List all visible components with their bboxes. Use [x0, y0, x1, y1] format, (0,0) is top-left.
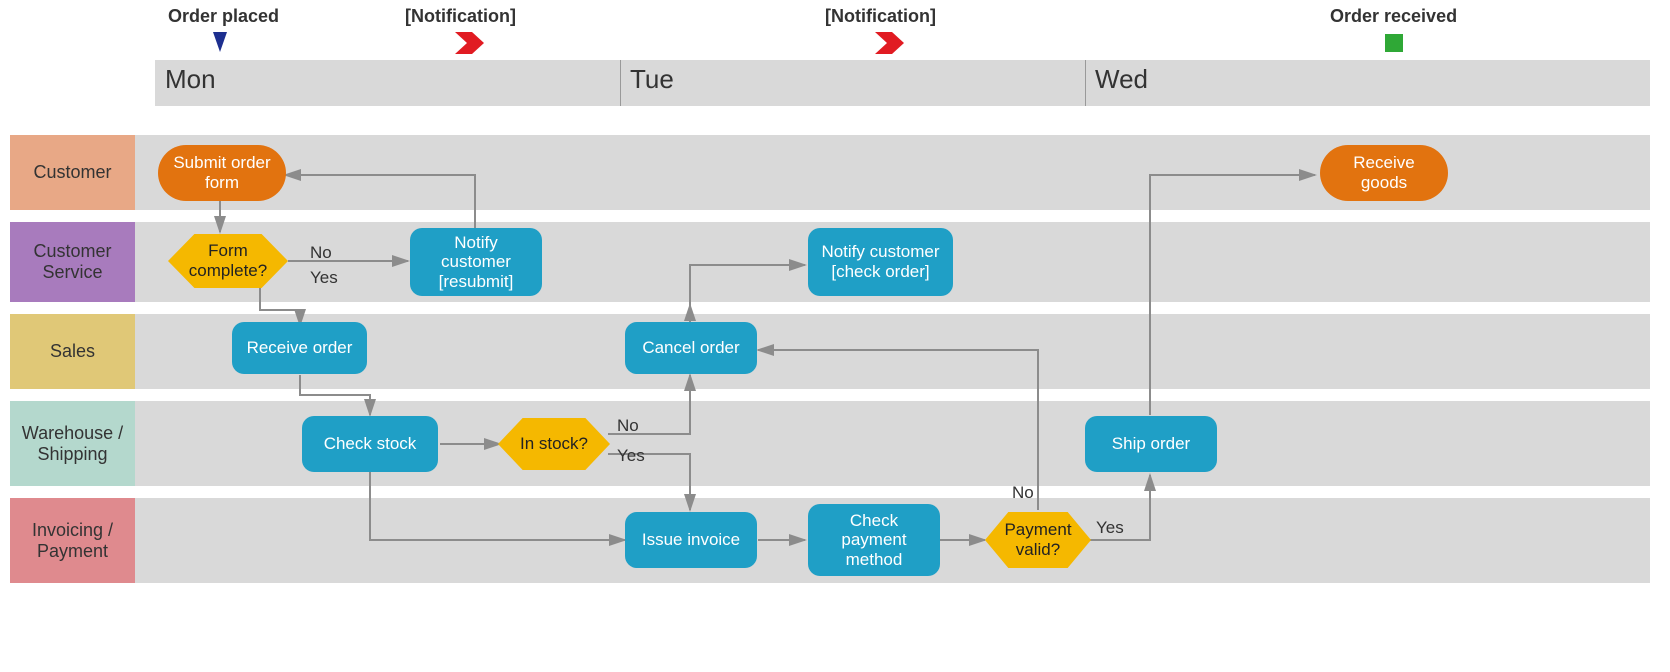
edge-label-yes: Yes — [1096, 518, 1124, 538]
milestone-notification-1: [Notification] — [405, 6, 516, 27]
edge-label-no: No — [617, 416, 639, 436]
timeline-divider — [620, 60, 621, 106]
lane-label-invoicing: Invoicing / Payment — [10, 498, 135, 583]
timeline-divider — [1085, 60, 1086, 106]
edge-label-yes: Yes — [617, 446, 645, 466]
timeline-day-wed: Wed — [1095, 64, 1148, 95]
node-cancel-order: Cancel order — [625, 322, 757, 374]
milestone-notification-2: [Notification] — [825, 6, 936, 27]
timeline-day-mon: Mon — [165, 64, 216, 95]
node-receive-goods: Receive goods — [1320, 145, 1448, 201]
edge-label-yes: Yes — [310, 268, 338, 288]
end-marker-icon — [1385, 34, 1403, 52]
lane-label-warehouse: Warehouse / Shipping — [10, 401, 135, 486]
timeline-bar — [155, 60, 1650, 106]
node-notify-resubmit: Notify customer [resubmit] — [410, 228, 542, 296]
start-marker-icon — [213, 32, 227, 52]
edge-label-no: No — [310, 243, 332, 263]
lane-label-customer-service: Customer Service — [10, 222, 135, 302]
timeline-day-tue: Tue — [630, 64, 674, 95]
lane-label-customer: Customer — [10, 135, 135, 210]
node-submit-order: Submit order form — [158, 145, 286, 201]
milestone-order-received: Order received — [1330, 6, 1457, 27]
node-ship-order: Ship order — [1085, 416, 1217, 472]
node-receive-order: Receive order — [232, 322, 367, 374]
milestone-order-placed: Order placed — [168, 6, 279, 27]
node-issue-invoice: Issue invoice — [625, 512, 757, 568]
node-notify-check: Notify customer [check order] — [808, 228, 953, 296]
chevron-icon — [455, 32, 484, 54]
node-check-stock: Check stock — [302, 416, 438, 472]
edge-label-no: No — [1012, 483, 1034, 503]
lane-label-sales: Sales — [10, 314, 135, 389]
chevron-icon — [875, 32, 904, 54]
node-check-payment: Check payment method — [808, 504, 940, 576]
